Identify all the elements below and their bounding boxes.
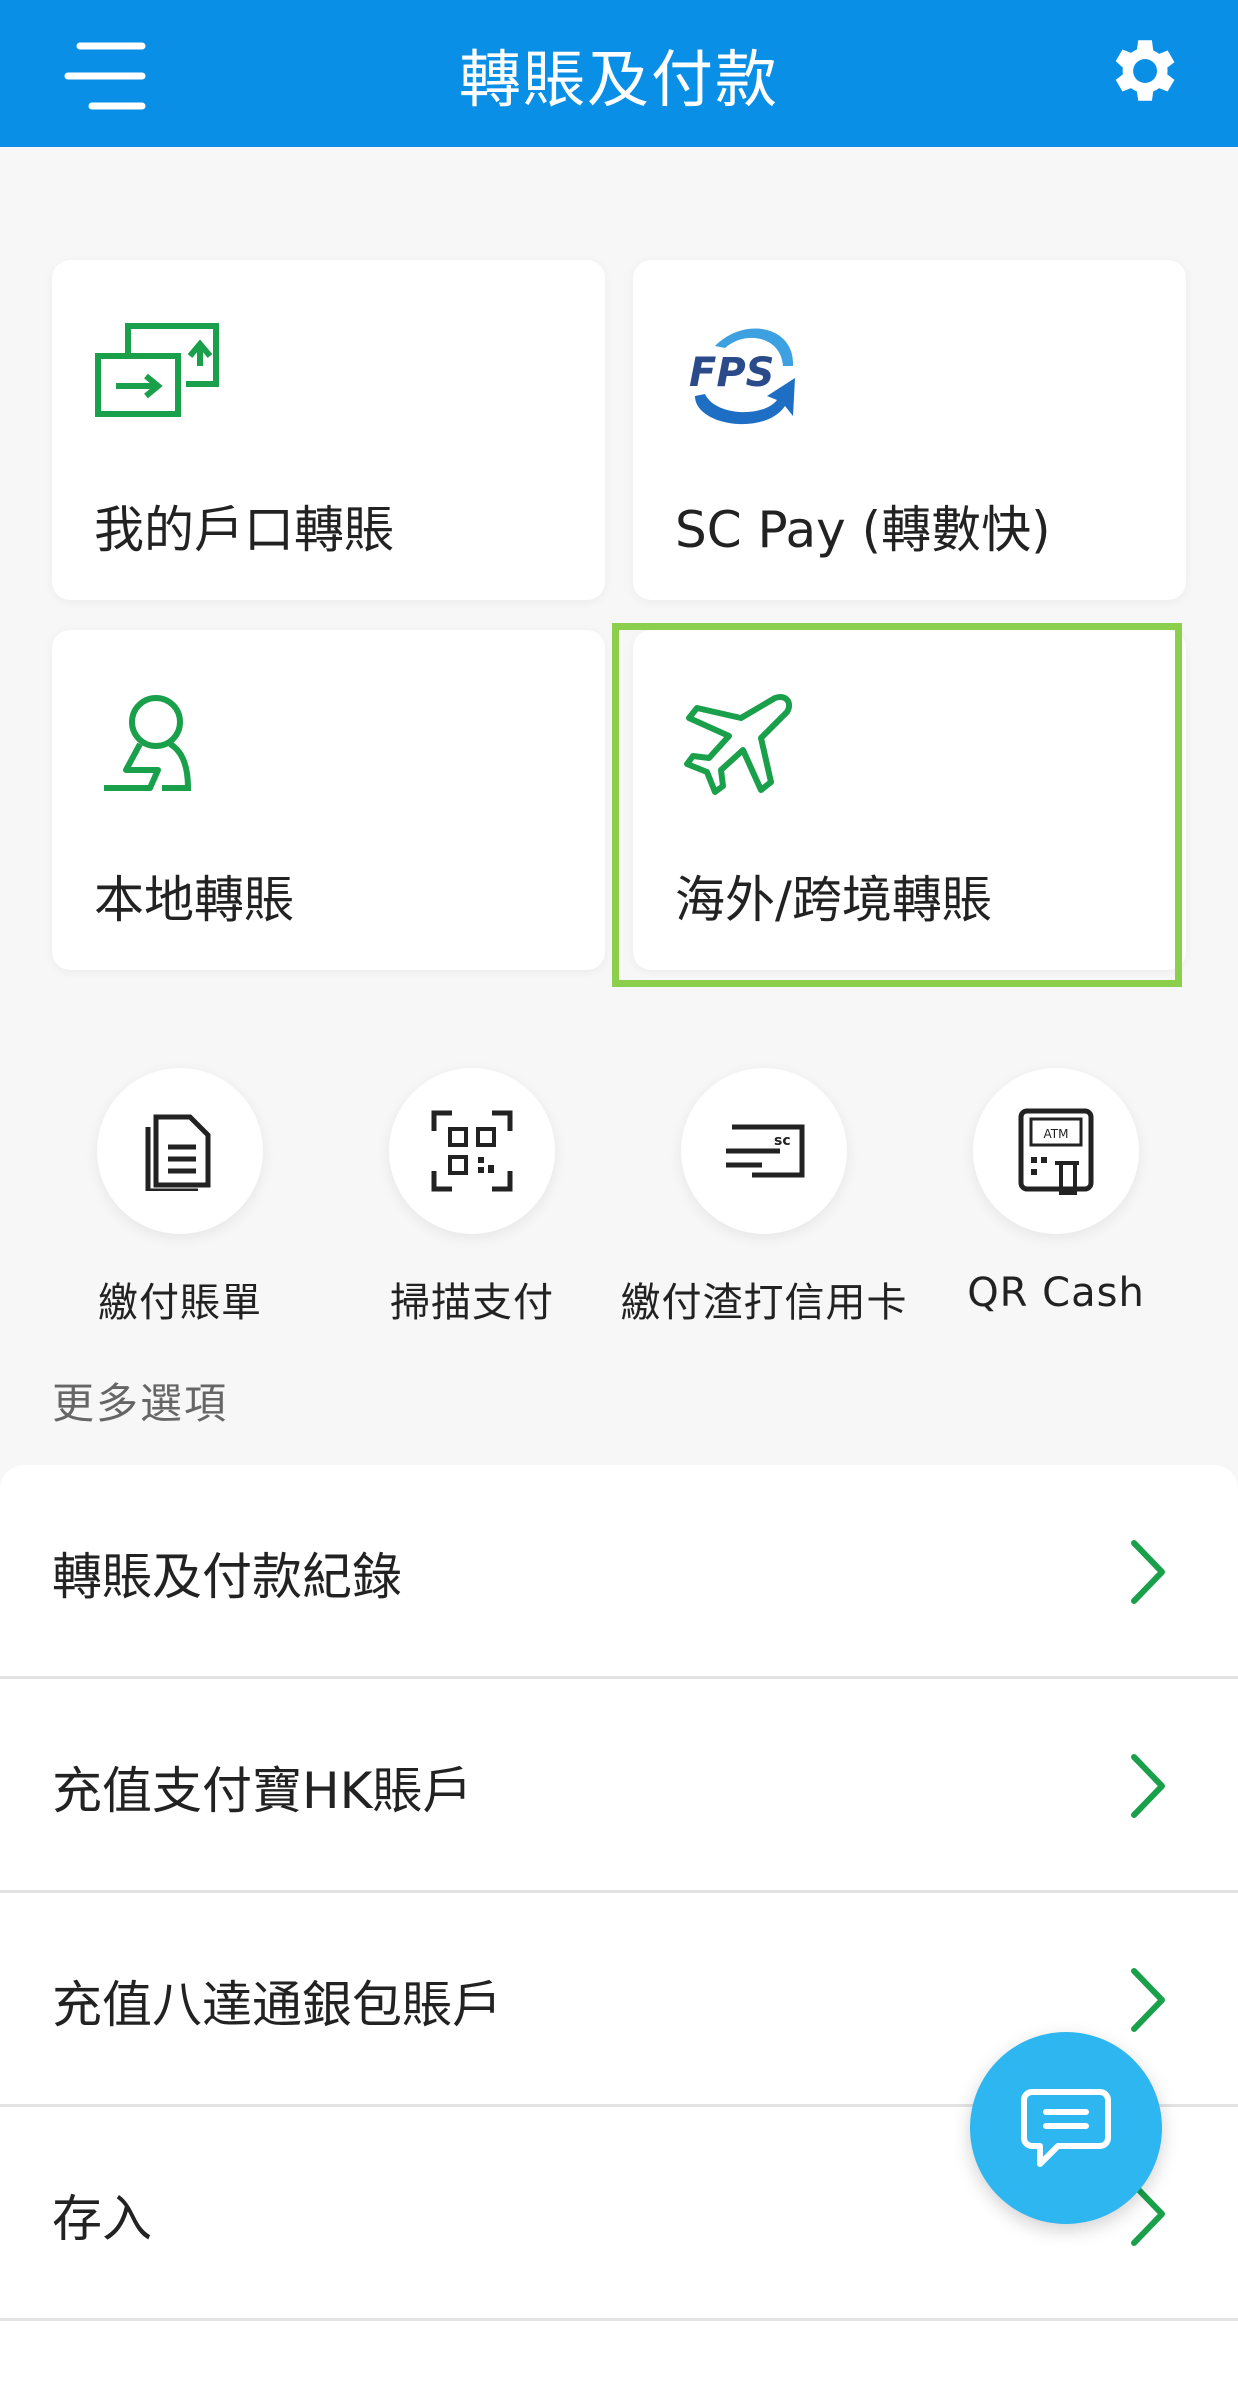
card-text: sc bbox=[774, 1133, 791, 1149]
tile-label: SC Pay (轉數快) bbox=[675, 501, 1051, 559]
menu-button[interactable] bbox=[62, 38, 152, 114]
fps-logo-icon: FPS bbox=[675, 316, 805, 436]
transfer-arrows-icon bbox=[94, 316, 224, 436]
atm-text: ATM bbox=[1044, 1127, 1069, 1141]
quick-action-label: 繳付賬單 bbox=[98, 1280, 262, 1326]
fps-logo-text: FPS bbox=[689, 350, 774, 396]
tile-label: 我的戶口轉賬 bbox=[94, 501, 394, 559]
chevron-right-icon bbox=[1131, 1968, 1165, 2032]
more-options-list: 轉賬及付款紀錄 充值支付寶HK賬戶 充值八達通銀包賬戶 存入 bbox=[0, 1465, 1238, 2389]
page-title: 轉賬及付款 bbox=[458, 42, 779, 116]
quick-pay-bills[interactable]: 繳付賬單 bbox=[34, 1068, 326, 1328]
gear-icon bbox=[1115, 40, 1175, 101]
app-header: 轉賬及付款 bbox=[0, 0, 1238, 147]
quick-qr-cash[interactable]: ATM QR Cash bbox=[910, 1068, 1202, 1328]
credit-card-icon: sc bbox=[726, 1124, 805, 1178]
tile-local-transfer[interactable]: 本地轉賬 bbox=[52, 630, 605, 970]
list-item-label: 充值八達通銀包賬戶 bbox=[52, 1976, 502, 2034]
hamburger-menu-icon bbox=[64, 42, 146, 110]
quick-action-label: QR Cash bbox=[967, 1270, 1145, 1316]
list-item-label: 轉賬及付款紀錄 bbox=[52, 1548, 402, 1606]
list-item-label: 充值支付寶HK賬戶 bbox=[52, 1762, 473, 1820]
list-item-topup-alipayhk[interactable]: 充值支付寶HK賬戶 bbox=[0, 1679, 1238, 1893]
chevron-right-icon bbox=[1131, 1754, 1165, 1818]
chat-bubble-icon bbox=[1021, 2089, 1111, 2167]
person-transfer-icon bbox=[94, 686, 224, 806]
quick-action-circle bbox=[389, 1068, 555, 1234]
settings-button[interactable] bbox=[1101, 30, 1183, 112]
quick-pay-sc-credit-card[interactable]: sc 繳付渣打信用卡 bbox=[618, 1068, 910, 1328]
quick-action-label: 掃描支付 bbox=[390, 1280, 554, 1326]
atm-icon: ATM bbox=[1018, 1108, 1094, 1195]
qr-scan-icon bbox=[431, 1110, 513, 1192]
chat-button[interactable] bbox=[970, 2032, 1162, 2224]
list-item-transfer-history[interactable]: 轉賬及付款紀錄 bbox=[0, 1465, 1238, 1679]
quick-action-circle bbox=[97, 1068, 263, 1234]
quick-action-circle: ATM bbox=[973, 1068, 1139, 1234]
list-item-label: 存入 bbox=[52, 2190, 152, 2248]
tile-overseas-transfer[interactable]: 海外/跨境轉賬 bbox=[633, 630, 1186, 970]
tile-sc-pay-fps[interactable]: FPS SC Pay (轉數快) bbox=[633, 260, 1186, 600]
tile-label: 本地轉賬 bbox=[94, 871, 294, 929]
quick-action-label: 繳付渣打信用卡 bbox=[620, 1280, 908, 1326]
chevron-right-icon bbox=[1131, 1540, 1165, 1604]
quick-action-circle: sc bbox=[681, 1068, 847, 1234]
airplane-icon bbox=[675, 686, 805, 806]
tile-label: 海外/跨境轉賬 bbox=[675, 871, 992, 929]
quick-scan-pay[interactable]: 掃描支付 bbox=[326, 1068, 618, 1328]
tile-own-account-transfer[interactable]: 我的戶口轉賬 bbox=[52, 260, 605, 600]
bill-document-icon bbox=[145, 1114, 211, 1191]
section-title: 更多選項 bbox=[52, 1379, 229, 1428]
